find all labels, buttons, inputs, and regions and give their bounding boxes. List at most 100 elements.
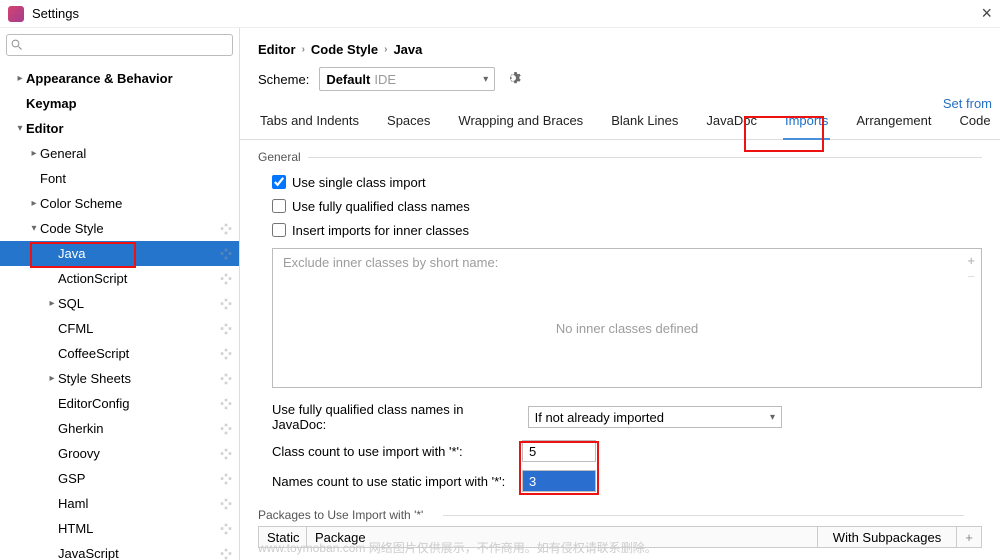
tree-item-haml[interactable]: Haml [0, 491, 239, 516]
chevron-right-icon: ▸ [14, 73, 26, 84]
exclude-list[interactable]: Exclude inner classes by short name: No … [272, 248, 982, 388]
checkbox-use-single-class-import[interactable]: Use single class import [272, 170, 982, 194]
chevron-right-icon: › [302, 44, 305, 55]
window-title: Settings [32, 6, 79, 21]
chevron-right-icon: ▸ [28, 198, 40, 209]
chevron-down-icon: ▾ [770, 412, 775, 423]
tree-item-label: General [40, 146, 233, 161]
tree-item-label: GSP [58, 471, 219, 486]
settings-tree: ▸Appearance & BehaviorKeymap▾Editor▸Gene… [0, 62, 239, 560]
tree-item-actionscript[interactable]: ActionScript [0, 266, 239, 291]
chevron-right-icon: ▸ [28, 148, 40, 159]
checkbox-input[interactable] [272, 175, 286, 189]
scheme-hint: IDE [374, 72, 396, 87]
tab-code[interactable]: Code [957, 105, 992, 139]
tab-arrangement[interactable]: Arrangement [854, 105, 933, 139]
tree-item-label: Font [40, 171, 233, 186]
tree-item-color-scheme[interactable]: ▸Color Scheme [0, 191, 239, 216]
tree-item-label: EditorConfig [58, 396, 219, 411]
tree-item-groovy[interactable]: Groovy [0, 441, 239, 466]
checkbox-label: Use fully qualified class names [292, 199, 470, 214]
add-package-icon[interactable]: + [957, 530, 981, 545]
remove-icon[interactable]: − [967, 269, 975, 285]
search-icon [11, 39, 23, 51]
tree-item-label: Appearance & Behavior [26, 71, 233, 86]
breadcrumb: Editor › Code Style › Java [240, 28, 1000, 67]
tree-item-label: Gherkin [58, 421, 219, 436]
checkbox-input[interactable] [272, 223, 286, 237]
exclude-empty: No inner classes defined [273, 321, 981, 336]
tree-item-label: JavaScript [58, 546, 219, 560]
tab-tabs-and-indents[interactable]: Tabs and Indents [258, 105, 361, 139]
tree-item-gsp[interactable]: GSP [0, 466, 239, 491]
scheme-label: Scheme: [258, 72, 309, 87]
tree-item-label: Color Scheme [40, 196, 233, 211]
tree-item-label: Code Style [40, 221, 219, 236]
javadoc-fq-label: Use fully qualified class names in JavaD… [272, 402, 518, 432]
add-icon[interactable]: + [967, 253, 975, 269]
javadoc-fq-select[interactable]: If not already imported ▾ [528, 406, 782, 428]
names-count-label: Names count to use static import with '*… [272, 474, 522, 489]
sidebar: ▸Appearance & BehaviorKeymap▾Editor▸Gene… [0, 28, 240, 560]
tree-item-label: Haml [58, 496, 219, 511]
tree-item-label: CoffeeScript [58, 346, 219, 361]
tree-item-font[interactable]: Font [0, 166, 239, 191]
tree-item-label: HTML [58, 521, 219, 536]
col-subpackages[interactable]: With Subpackages [817, 527, 957, 547]
chevron-right-icon: › [384, 44, 387, 55]
tree-item-sql[interactable]: ▸SQL [0, 291, 239, 316]
tab-imports[interactable]: Imports [783, 105, 830, 140]
tree-item-keymap[interactable]: Keymap [0, 91, 239, 116]
search-input[interactable] [6, 34, 233, 56]
class-count-label: Class count to use import with '*': [272, 444, 522, 459]
checkbox-use-fully-qualified-class-names[interactable]: Use fully qualified class names [272, 194, 982, 218]
names-count-input[interactable]: 3 [522, 470, 596, 492]
tree-item-editorconfig[interactable]: EditorConfig [0, 391, 239, 416]
tree-item-label: Style Sheets [58, 371, 219, 386]
search-field[interactable] [23, 38, 228, 52]
tree-item-html[interactable]: HTML [0, 516, 239, 541]
tree-item-appearance-&-behavior[interactable]: ▸Appearance & Behavior [0, 66, 239, 91]
class-count-input[interactable]: 5 [522, 440, 596, 462]
tree-item-code-style[interactable]: ▾Code Style [0, 216, 239, 241]
breadcrumb-item[interactable]: Code Style [311, 42, 378, 57]
tree-item-label: Groovy [58, 446, 219, 461]
exclude-header: Exclude inner classes by short name: [273, 249, 981, 276]
javadoc-fq-value: If not already imported [535, 410, 664, 425]
close-icon[interactable]: × [981, 3, 992, 24]
chevron-down-icon: ▾ [14, 123, 26, 134]
scheme-name: Default [326, 72, 370, 87]
checkbox-insert-imports-for-inner-classes[interactable]: Insert imports for inner classes [272, 218, 982, 242]
chevron-down-icon: ▾ [28, 223, 40, 234]
tree-item-label: CFML [58, 321, 219, 336]
tab-javadoc[interactable]: JavaDoc [704, 105, 759, 139]
breadcrumb-item: Java [393, 42, 422, 57]
chevron-right-icon: ▸ [46, 298, 58, 309]
tree-item-cfml[interactable]: CFML [0, 316, 239, 341]
section-general-title: General [258, 150, 982, 164]
tree-item-style-sheets[interactable]: ▸Style Sheets [0, 366, 239, 391]
scheme-select[interactable]: Default IDE ▾ [319, 67, 495, 91]
tab-spaces[interactable]: Spaces [385, 105, 432, 139]
tree-item-gherkin[interactable]: Gherkin [0, 416, 239, 441]
tree-item-javascript[interactable]: JavaScript [0, 541, 239, 560]
tree-item-general[interactable]: ▸General [0, 141, 239, 166]
app-logo [8, 6, 24, 22]
chevron-down-icon: ▾ [483, 74, 488, 85]
checkbox-input[interactable] [272, 199, 286, 213]
tree-item-label: Java [58, 246, 219, 261]
tree-item-coffeescript[interactable]: CoffeeScript [0, 341, 239, 366]
tab-wrapping-and-braces[interactable]: Wrapping and Braces [456, 105, 585, 139]
tree-item-label: Editor [26, 121, 233, 136]
tree-item-editor[interactable]: ▾Editor [0, 116, 239, 141]
tree-item-label: SQL [58, 296, 219, 311]
checkbox-label: Insert imports for inner classes [292, 223, 469, 238]
tree-item-java[interactable]: Java [0, 241, 239, 266]
tree-item-label: Keymap [26, 96, 233, 111]
checkbox-label: Use single class import [292, 175, 426, 190]
tab-blank-lines[interactable]: Blank Lines [609, 105, 680, 139]
breadcrumb-item[interactable]: Editor [258, 42, 296, 57]
gear-icon[interactable] [505, 70, 521, 89]
tabs: Tabs and Indents Spaces Wrapping and Brace… [240, 105, 1000, 140]
tree-item-label: ActionScript [58, 271, 219, 286]
